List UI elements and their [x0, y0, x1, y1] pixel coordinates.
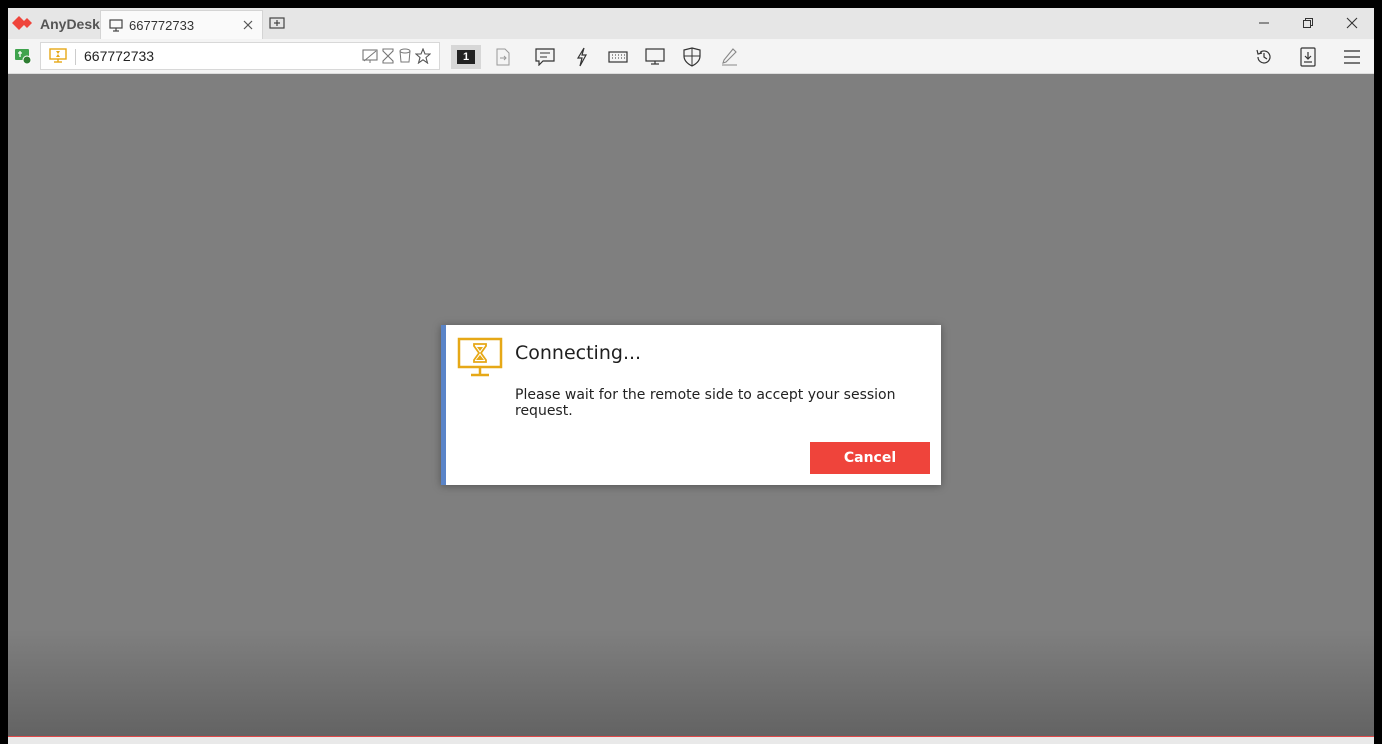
permissions-button[interactable] [679, 44, 705, 70]
actions-button[interactable] [569, 44, 595, 70]
close-window-button[interactable] [1340, 12, 1364, 34]
minimize-icon [1259, 22, 1269, 24]
dialog-title: Connecting... [515, 342, 642, 364]
keyboard-button[interactable] [605, 44, 631, 70]
address-input[interactable]: 667772733 [84, 48, 154, 64]
new-tab-icon [269, 17, 285, 29]
status-strip [8, 736, 1374, 744]
chat-button[interactable] [532, 44, 558, 70]
screen-off-icon[interactable] [362, 48, 378, 64]
hourglass-icon[interactable] [381, 48, 395, 64]
keyboard-icon [608, 51, 628, 63]
anydesk-brand[interactable]: AnyDesk [8, 8, 100, 39]
dialog-message: Please wait for the remote side to accep… [515, 387, 896, 419]
history-button[interactable] [1251, 44, 1277, 70]
anydesk-window: AnyDesk 667772733 667772733 1 Connecting… [8, 8, 1374, 744]
shield-icon [683, 47, 701, 67]
whiteboard-button[interactable] [717, 44, 743, 70]
tab-session[interactable]: 667772733 [100, 10, 263, 39]
close-icon [243, 20, 253, 30]
monitor-icon [109, 18, 123, 32]
remote-desk-icon [49, 48, 67, 63]
app-name: AnyDesk [40, 15, 100, 32]
trash-icon[interactable] [398, 48, 412, 64]
address-separator [75, 49, 76, 65]
chat-icon [535, 48, 555, 66]
main-menu-button[interactable] [1339, 44, 1365, 70]
monitor-select-button[interactable]: 1 [451, 45, 481, 69]
connecting-dialog: Connecting... Please wait for the remote… [441, 325, 941, 485]
title-bar: AnyDesk 667772733 [8, 8, 1374, 39]
minimize-button[interactable] [1252, 12, 1276, 34]
connection-status-icon[interactable] [14, 47, 32, 65]
monitor-icon [645, 48, 665, 65]
monitor-number: 1 [457, 50, 475, 64]
lightning-icon [576, 47, 588, 67]
close-icon [1346, 17, 1358, 29]
address-actions [362, 48, 431, 64]
restore-icon [1303, 18, 1313, 28]
display-settings-button[interactable] [642, 44, 668, 70]
anydesk-logo-icon [12, 15, 32, 30]
restore-button[interactable] [1296, 12, 1320, 34]
file-transfer-icon [496, 48, 510, 66]
session-toolbar: 667772733 1 [8, 39, 1374, 74]
file-transfer-button[interactable] [490, 44, 516, 70]
download-button[interactable] [1295, 44, 1321, 70]
download-icon [1300, 47, 1316, 67]
hamburger-menu-icon [1344, 50, 1360, 64]
favorite-star-icon[interactable] [415, 48, 431, 64]
tab-label: 667772733 [129, 17, 195, 33]
new-tab-button[interactable] [268, 15, 286, 33]
close-tab-button[interactable] [240, 17, 256, 33]
cancel-button[interactable]: Cancel [810, 442, 930, 474]
pen-icon [722, 48, 737, 66]
monitor-hourglass-icon [457, 337, 503, 377]
address-bar[interactable]: 667772733 [40, 42, 440, 70]
history-icon [1256, 49, 1271, 64]
